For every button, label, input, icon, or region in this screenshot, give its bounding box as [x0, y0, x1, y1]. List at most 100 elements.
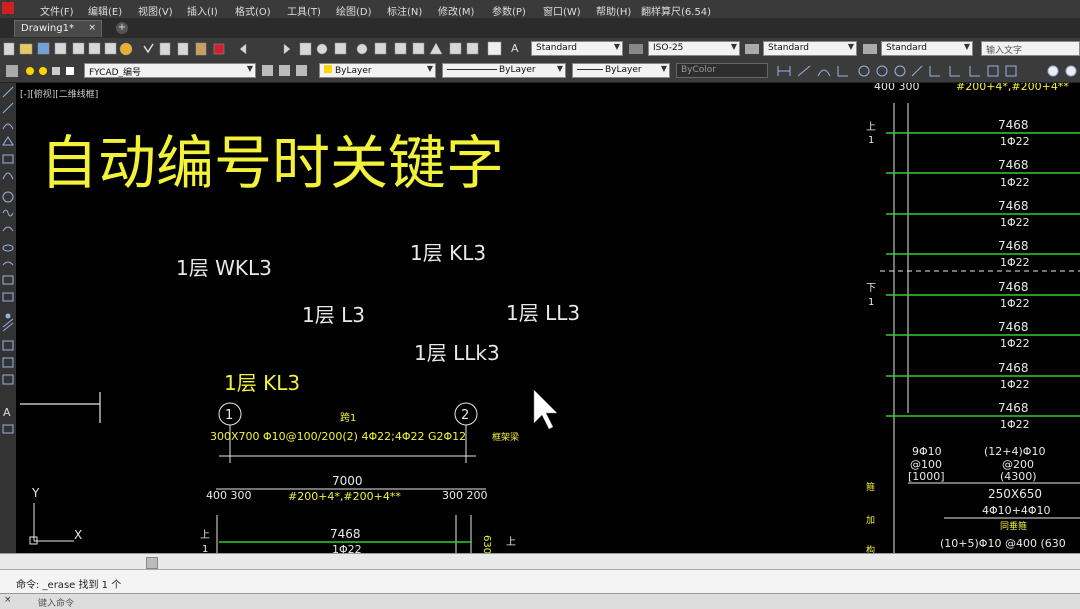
- detail-bar: 1Φ22: [332, 543, 362, 553]
- tool-palette-icon: [412, 42, 425, 55]
- rp-down-label: 下: [866, 283, 876, 294]
- help-icon: [487, 41, 502, 56]
- menu-format[interactable]: 格式(O): [235, 3, 271, 18]
- close-icon[interactable]: ×: [88, 23, 96, 33]
- menu-draw[interactable]: 绘图(D): [336, 3, 372, 18]
- point-icon: [5, 313, 11, 319]
- zoom-prev-icon: [356, 43, 368, 55]
- menu-tools[interactable]: 工具(T): [287, 3, 321, 18]
- app-logo-icon[interactable]: [2, 2, 14, 14]
- multileader-style-value: Standard: [886, 43, 927, 53]
- design-center-icon: [394, 42, 407, 55]
- drawing-canvas[interactable]: [-][俯视][二维线框] 自动编号时关键字 1层 KL3 1层 WKL3 1层…: [16, 83, 1080, 553]
- menu-view[interactable]: 视图(V): [138, 3, 173, 18]
- text-style-icon[interactable]: A: [511, 42, 525, 56]
- make-block-icon: [2, 292, 14, 302]
- table-style-value: Standard: [768, 43, 809, 53]
- rp-vert-char: 箍: [866, 481, 875, 493]
- menu-modify[interactable]: 修改(M): [438, 3, 474, 18]
- rp-row-len: 7468: [998, 320, 1029, 334]
- color-select[interactable]: ByLayer ▼: [319, 63, 436, 78]
- space-dim-icon: [987, 65, 999, 77]
- table-style-select[interactable]: Standard ▼: [763, 41, 857, 56]
- tab-drawing1[interactable]: Drawing1* ×: [14, 20, 102, 37]
- radius-dim-icon: [858, 65, 870, 77]
- label-kl3-top: 1层 KL3: [410, 241, 486, 265]
- insert-block-icon: [2, 275, 14, 285]
- line-icon: [2, 86, 14, 98]
- chevron-down-icon: ▼: [847, 42, 854, 51]
- rp-up-label: 上: [866, 121, 876, 133]
- pan-icon: [299, 42, 312, 56]
- command-prompt: 键入命令: [38, 599, 75, 609]
- lineweight-select[interactable]: ByLayer ▼: [572, 63, 670, 78]
- chevron-down-icon: ▼: [426, 64, 433, 73]
- rp-down-one: 1: [868, 297, 874, 308]
- dim-style-icon[interactable]: [629, 44, 643, 54]
- right-support: 300 200: [442, 489, 488, 502]
- rp-vert-char: 加: [866, 515, 875, 526]
- menu-plugin[interactable]: 翻样算尺(6.54): [641, 3, 711, 18]
- polygon-icon: [2, 136, 14, 146]
- menu-file[interactable]: 文件(F): [40, 3, 74, 18]
- menu-window[interactable]: 窗口(W): [543, 3, 581, 18]
- rp-row-bar: 1Φ22: [1000, 378, 1030, 391]
- menu-edit[interactable]: 编辑(E): [88, 3, 122, 18]
- jogged-dim-icon: [876, 65, 888, 77]
- rp-top-left: 400 300: [874, 83, 920, 93]
- document-tab-strip: Drawing1* × +: [0, 18, 1080, 39]
- label-kl3-yellow: 1层 KL3: [224, 371, 300, 395]
- multileader-style-icon[interactable]: [863, 44, 877, 54]
- beam-spec: 300X700 Φ10@100/200(2) 4Φ22;4Φ22 G2Φ12: [210, 430, 466, 443]
- ordinate-dim-icon: [837, 66, 848, 77]
- ucs-y-label: Y: [31, 486, 40, 500]
- headline-text: 自动编号时关键字: [40, 129, 504, 197]
- inspect-icon: [1065, 65, 1077, 77]
- color-swatch-icon: [324, 65, 332, 73]
- new-tab-button[interactable]: +: [116, 22, 128, 34]
- menu-dimension[interactable]: 标注(N): [387, 3, 422, 18]
- menu-insert[interactable]: 插入(I): [187, 3, 218, 18]
- command-history: 命令: _erase 找到 1 个: [0, 569, 1080, 594]
- dim-style-select[interactable]: ISO-25 ▼: [648, 41, 740, 56]
- baseline-dim-icon: [949, 66, 960, 77]
- continue-dim-icon: [969, 66, 980, 77]
- viewport-controls[interactable]: [-][俯视][二维线框]: [20, 87, 98, 100]
- revcloud-icon: [2, 209, 14, 217]
- table-icon: [2, 374, 14, 385]
- layer-select[interactable]: FYCAD_编号 ▼: [84, 63, 256, 78]
- horizontal-scrollbar[interactable]: [0, 553, 1080, 570]
- command-input[interactable]: × 键入命令: [0, 593, 1080, 609]
- lineweight-preview: [577, 69, 603, 70]
- rp-row-bar: 1Φ22: [1000, 135, 1030, 148]
- layers-toolbar: FYCAD_编号 ▼ ByLayer ▼ ByLayer ▼ ByLayer ▼ ByC…: [0, 60, 1080, 83]
- bar-spec: #200+4*,#200+4**: [288, 490, 401, 503]
- scrollbar-thumb[interactable]: [146, 557, 158, 569]
- search-input[interactable]: 输入文字: [981, 41, 1080, 56]
- cut-icon: [159, 42, 171, 56]
- text-style-select[interactable]: Standard ▼: [531, 41, 623, 56]
- multileader-style-select[interactable]: Standard ▼: [881, 41, 973, 56]
- break-dim-icon: [1005, 65, 1017, 77]
- spline-icon: [2, 226, 14, 232]
- make-current-icon: [262, 65, 273, 76]
- linetype-select[interactable]: ByLayer ▼: [442, 63, 566, 78]
- rp-row-bar: 1Φ22: [1000, 176, 1030, 189]
- rp-stirrup-mid-1: (12+4)Φ10: [984, 445, 1045, 458]
- chevron-down-icon: ▼: [730, 42, 737, 51]
- ellipse-icon: [2, 244, 14, 252]
- draw-toolbar-icons: A: [2, 86, 14, 434]
- table-style-icon[interactable]: [745, 44, 759, 54]
- menu-parametric[interactable]: 参数(P): [492, 3, 526, 18]
- dim-style-value: ISO-25: [653, 43, 684, 53]
- menu-help[interactable]: 帮助(H): [596, 3, 631, 18]
- center-mark-icon: [1047, 65, 1059, 77]
- plotstyle-select[interactable]: ByColor: [676, 63, 768, 78]
- region-icon: [2, 357, 14, 368]
- command-history-text: 命令: _erase 找到 1 个: [16, 580, 122, 591]
- detail-length: 7468: [330, 527, 361, 541]
- close-icon[interactable]: ×: [4, 595, 12, 605]
- sheet-set-icon: [429, 42, 443, 55]
- span-label: 跨1: [340, 412, 356, 424]
- polyline-icon: [2, 123, 14, 130]
